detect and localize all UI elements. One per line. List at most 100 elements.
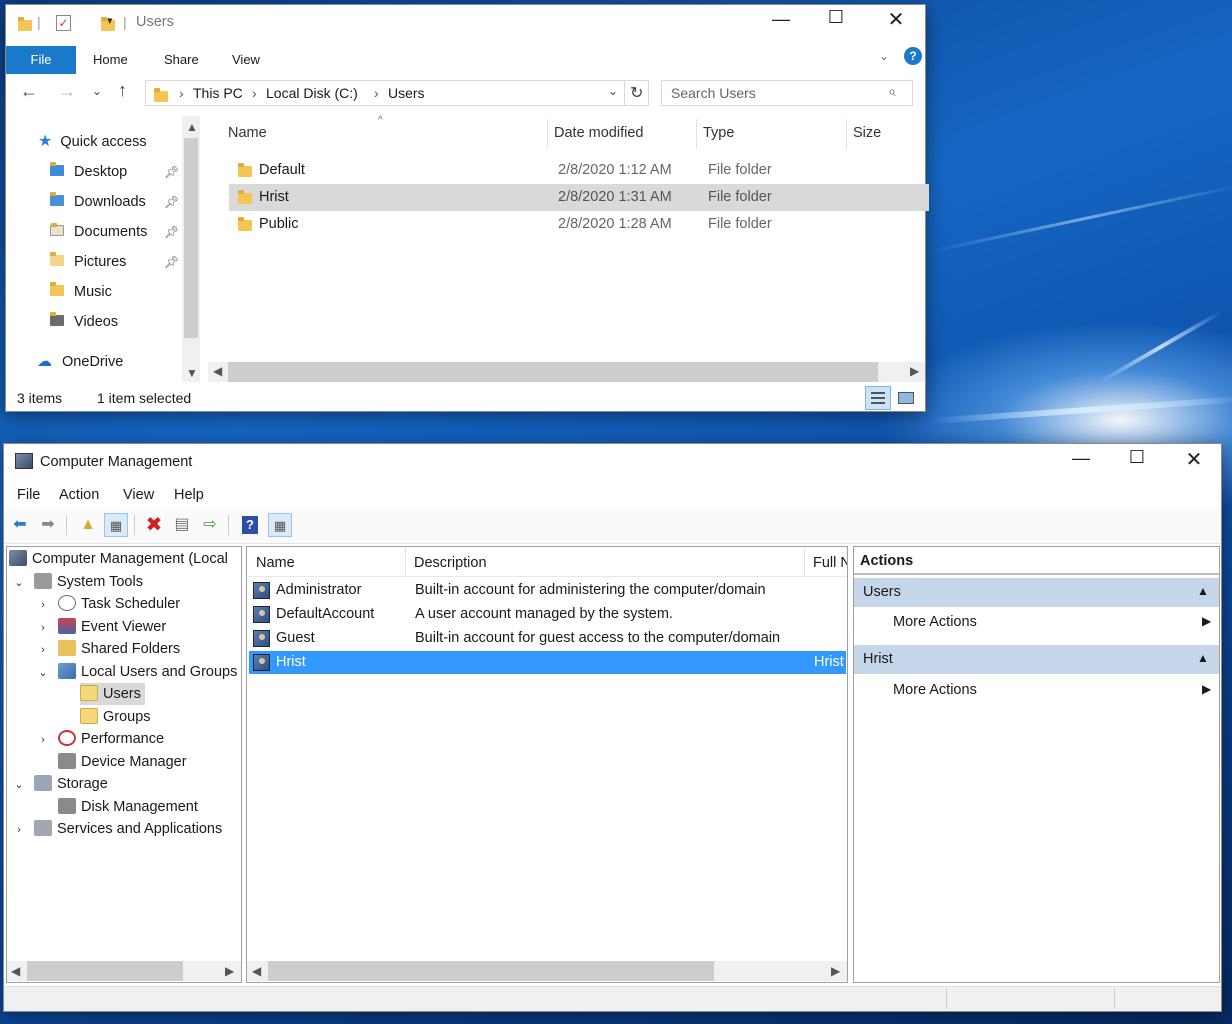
column-name[interactable]: Name: [228, 125, 267, 141]
minimize-icon[interactable]: —: [1061, 448, 1101, 469]
menu-help[interactable]: Help: [174, 487, 204, 503]
menu-file[interactable]: File: [17, 487, 40, 503]
nav-item-desktop[interactable]: Desktop: [50, 158, 127, 186]
scroll-right-arrow-icon[interactable]: ▶: [831, 964, 840, 978]
breadcrumb-separator-icon[interactable]: ›: [179, 85, 184, 101]
scroll-right-arrow-icon[interactable]: ▶: [910, 364, 919, 378]
tree-item-task-scheduler[interactable]: › Task Scheduler: [36, 593, 180, 615]
help-icon[interactable]: ?: [904, 47, 922, 65]
tab-home[interactable]: Home: [93, 46, 128, 74]
file-list-horizontal-scrollbar[interactable]: ◀ ▶: [208, 362, 925, 382]
breadcrumb-this-pc[interactable]: This PC: [193, 85, 243, 101]
column-divider[interactable]: [547, 119, 548, 149]
column-divider[interactable]: [804, 547, 805, 577]
column-type[interactable]: Type: [703, 125, 734, 141]
properties-checkmark-icon[interactable]: ✓: [56, 15, 71, 31]
collapse-up-arrow-icon[interactable]: ▲: [1197, 651, 1209, 665]
collapse-up-arrow-icon[interactable]: ▲: [1197, 584, 1209, 598]
help-icon[interactable]: ?: [242, 516, 258, 534]
nav-item-quick-access[interactable]: ★ Quick access: [38, 128, 147, 156]
customize-toolbar-chevron-icon[interactable]: ▾: [107, 14, 113, 27]
refresh-icon[interactable]: ↻: [630, 83, 643, 103]
pin-icon[interactable]: 📌︎: [164, 165, 179, 179]
scroll-left-arrow-icon[interactable]: ◀: [11, 964, 20, 978]
tree-item-users[interactable]: Users: [80, 683, 145, 705]
column-size[interactable]: Size: [853, 125, 881, 141]
tab-share[interactable]: Share: [164, 46, 199, 74]
nav-item-music[interactable]: Music: [50, 278, 112, 306]
collapsed-chevron-icon[interactable]: ›: [36, 729, 50, 751]
show-hide-action-pane-icon[interactable]: ▦: [268, 513, 292, 537]
column-divider[interactable]: [696, 119, 697, 149]
breadcrumb-separator-icon[interactable]: ›: [252, 85, 257, 101]
breadcrumb-users[interactable]: Users: [388, 85, 425, 101]
tree-item-disk-management[interactable]: Disk Management: [58, 796, 198, 818]
tree-item-event-viewer[interactable]: › Event Viewer: [36, 616, 166, 638]
back-arrow-icon[interactable]: ←: [20, 81, 38, 102]
address-bar[interactable]: › This PC › Local Disk (C:) › Users ⌄ ↻: [145, 80, 649, 106]
horizontal-scrollbar-thumb[interactable]: [27, 961, 183, 981]
column-full-name[interactable]: Full N: [813, 555, 847, 571]
tree-item-performance[interactable]: › Performance: [36, 728, 164, 750]
collapsed-chevron-icon[interactable]: ›: [36, 617, 50, 639]
properties-icon[interactable]: ▤: [170, 513, 194, 537]
address-dropdown-chevron-icon[interactable]: ⌄: [608, 84, 618, 98]
file-row-public[interactable]: Public 2/8/2020 1:28 AM File folder: [229, 211, 929, 238]
action-more-actions-users[interactable]: More Actions ▶: [854, 609, 1219, 635]
actions-section-users[interactable]: Users ▲: [854, 578, 1219, 607]
maximize-icon[interactable]: ☐: [816, 7, 856, 28]
forward-arrow-icon[interactable]: →: [58, 81, 76, 102]
expanded-chevron-icon[interactable]: ⌄: [36, 662, 50, 684]
tree-horizontal-scrollbar[interactable]: ◀ ▶: [7, 961, 241, 981]
search-box[interactable]: Search Users ⌕: [661, 80, 913, 106]
nav-item-pictures[interactable]: Pictures: [50, 248, 126, 276]
tree-item-computer-management[interactable]: Computer Management (Local: [9, 548, 228, 570]
tab-view[interactable]: View: [232, 46, 260, 74]
scroll-right-arrow-icon[interactable]: ▶: [225, 964, 234, 978]
search-input[interactable]: Search Users: [671, 85, 756, 101]
tree-item-local-users-groups[interactable]: ⌄ Local Users and Groups: [36, 661, 237, 683]
nav-scrollbar[interactable]: ▲ ▼: [182, 116, 200, 382]
pin-icon[interactable]: 📌︎: [164, 195, 179, 209]
user-row-administrator[interactable]: Administrator Built-in account for admin…: [249, 579, 846, 602]
column-divider[interactable]: [405, 547, 406, 577]
scroll-down-arrow-icon[interactable]: ▼: [186, 366, 198, 380]
scroll-up-arrow-icon[interactable]: ▲: [186, 120, 198, 134]
up-one-level-icon[interactable]: ▲: [76, 513, 100, 537]
column-name[interactable]: Name: [256, 555, 295, 571]
menu-action[interactable]: Action: [59, 487, 99, 503]
nav-item-downloads[interactable]: Downloads: [50, 188, 146, 216]
horizontal-scrollbar-thumb[interactable]: [228, 362, 878, 382]
close-icon[interactable]: ✕: [876, 7, 916, 32]
scroll-left-arrow-icon[interactable]: ◀: [213, 364, 222, 378]
tree-item-system-tools[interactable]: ⌄ System Tools: [12, 571, 143, 593]
tree-item-shared-folders[interactable]: › Shared Folders: [36, 638, 180, 660]
tab-file[interactable]: File: [6, 46, 76, 74]
export-list-icon[interactable]: ⇨: [198, 513, 222, 537]
users-list-horizontal-scrollbar[interactable]: ◀ ▶: [247, 961, 847, 981]
action-more-actions-hrist[interactable]: More Actions ▶: [854, 677, 1219, 703]
up-arrow-icon[interactable]: ↑: [118, 80, 127, 101]
breadcrumb-local-disk[interactable]: Local Disk (C:): [266, 85, 358, 101]
search-icon[interactable]: ⌕: [888, 83, 896, 100]
file-row-default[interactable]: Default 2/8/2020 1:12 AM File folder: [229, 157, 929, 184]
tree-item-device-manager[interactable]: Device Manager: [58, 751, 187, 773]
forward-arrow-icon[interactable]: ➡: [36, 513, 60, 537]
large-icons-view-icon[interactable]: [896, 389, 916, 407]
expanded-chevron-icon[interactable]: ⌄: [12, 774, 26, 796]
column-date-modified[interactable]: Date modified: [554, 125, 643, 141]
tree-item-groups[interactable]: Groups: [80, 706, 151, 728]
expanded-chevron-icon[interactable]: ⌄: [12, 572, 26, 594]
horizontal-scrollbar-thumb[interactable]: [268, 961, 714, 981]
menu-view[interactable]: View: [123, 487, 154, 503]
recent-locations-chevron-icon[interactable]: ⌄: [92, 84, 102, 98]
pin-icon[interactable]: 📌︎: [164, 255, 179, 269]
file-row-hrist[interactable]: Hrist 2/8/2020 1:31 AM File folder: [229, 184, 929, 211]
pin-icon[interactable]: 📌︎: [164, 225, 179, 239]
user-row-guest[interactable]: Guest Built-in account for guest access …: [249, 627, 846, 650]
nav-item-videos[interactable]: Videos: [50, 308, 118, 336]
column-description[interactable]: Description: [414, 555, 487, 571]
collapsed-chevron-icon[interactable]: ›: [36, 639, 50, 661]
user-row-hrist[interactable]: Hrist Hrist: [249, 651, 846, 674]
tree-item-storage[interactable]: ⌄ Storage: [12, 773, 108, 795]
